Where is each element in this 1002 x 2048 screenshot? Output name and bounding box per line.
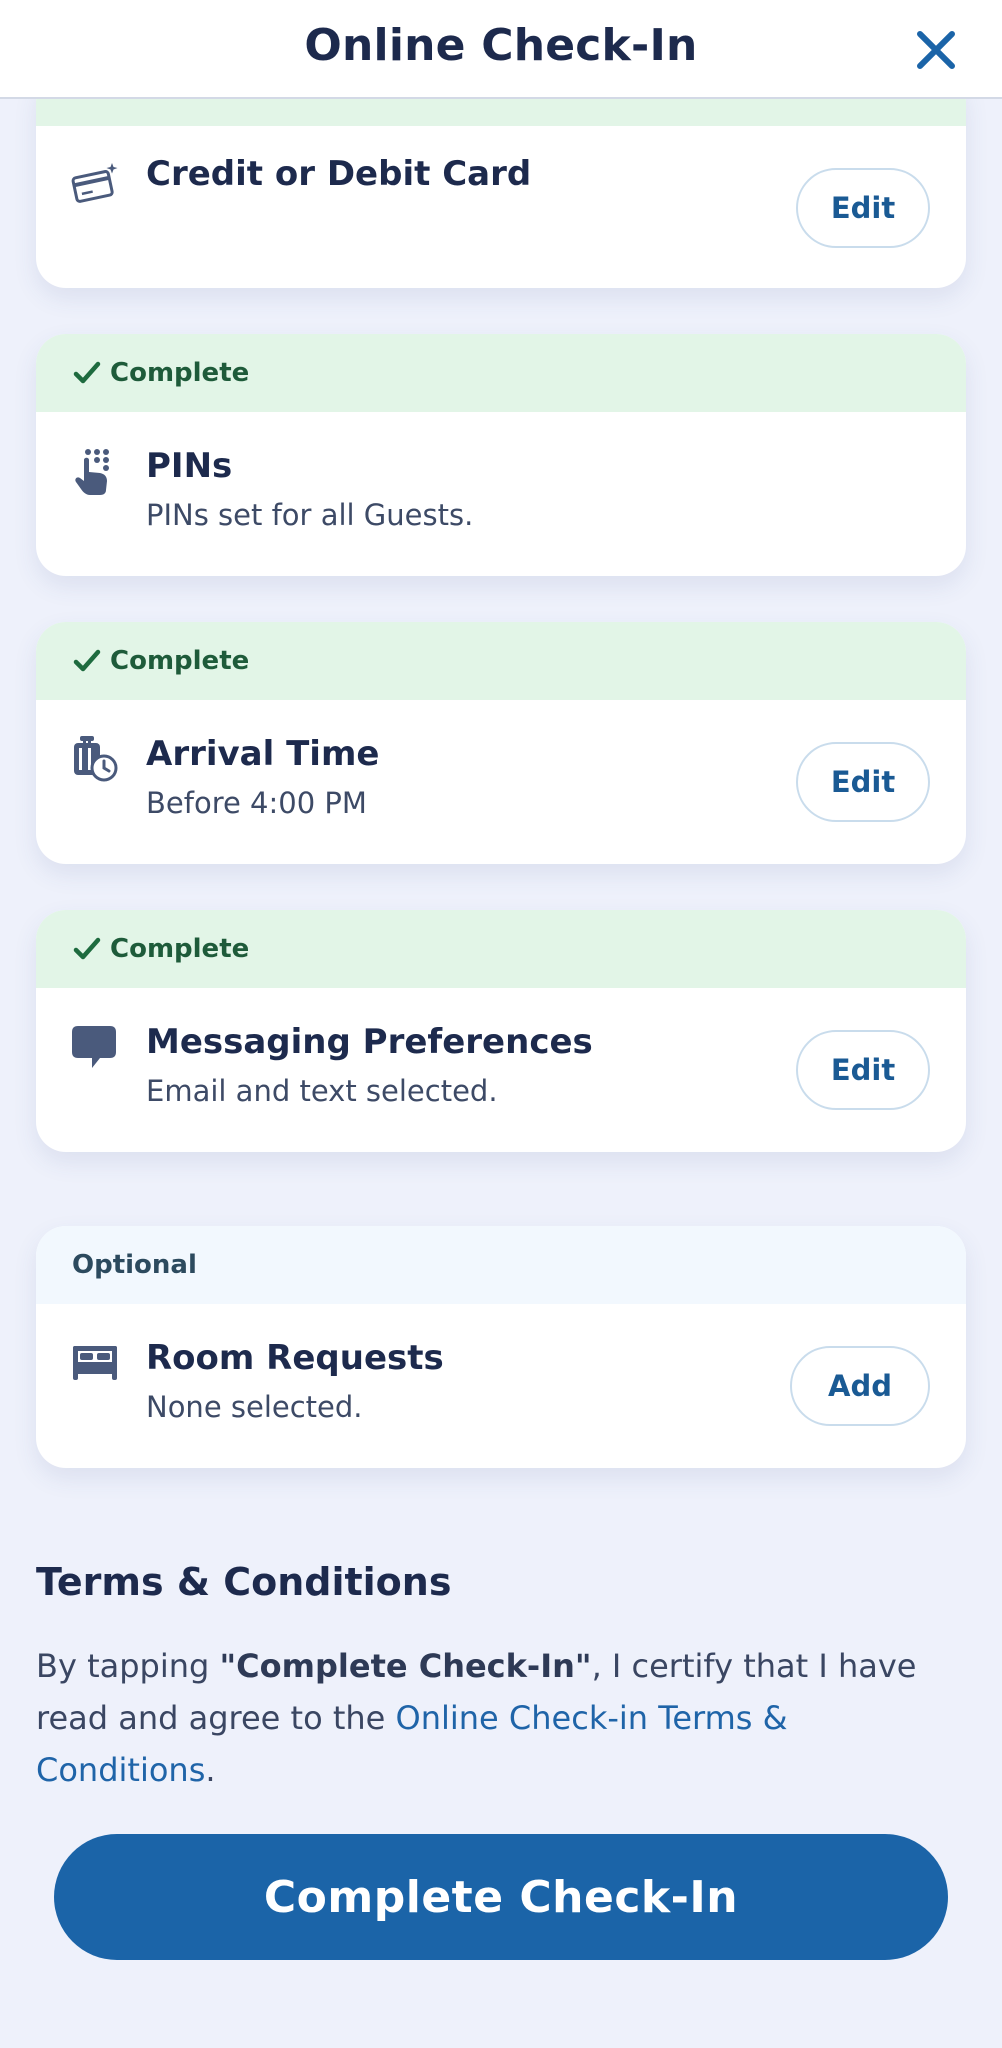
arrival-status-banner: Complete <box>36 622 966 700</box>
pins-card: Complete PINs PINs set for all Guests. <box>36 334 966 576</box>
room-requests-card: Optional Room Requests None selected. Ad… <box>36 1226 966 1468</box>
messaging-status-banner: Complete <box>36 910 966 988</box>
pins-subtitle: PINs set for all Guests. <box>146 498 474 532</box>
arrival-subtitle: Before 4:00 PM <box>146 786 367 820</box>
bed-icon <box>73 1346 117 1380</box>
payment-edit-button[interactable]: Edit <box>796 168 930 248</box>
room-requests-status-text: Optional <box>72 1250 197 1280</box>
close-button[interactable] <box>910 24 962 76</box>
arrival-status-text: Complete <box>110 646 250 676</box>
close-icon <box>917 31 955 69</box>
checkmark-icon <box>73 649 101 672</box>
terms-text-before: By tapping <box>36 1647 220 1685</box>
messaging-title: Messaging Preferences <box>146 1022 593 1062</box>
credit-card-icon <box>71 163 118 203</box>
arrival-title: Arrival Time <box>146 734 380 774</box>
terms-text-after: . <box>205 1751 216 1789</box>
arrival-card: Complete Arrival Time Before 4:00 PM Edi… <box>36 622 966 864</box>
arrival-edit-button[interactable]: Edit <box>796 742 930 822</box>
messaging-edit-button[interactable]: Edit <box>796 1030 930 1110</box>
chat-bubble-icon <box>72 1026 116 1068</box>
room-requests-add-button[interactable]: Add <box>790 1346 930 1426</box>
room-requests-status-banner: Optional <box>36 1226 966 1304</box>
payment-title: Credit or Debit Card <box>146 154 532 194</box>
messaging-status-text: Complete <box>110 934 250 964</box>
checkmark-icon <box>73 361 101 384</box>
keypad-hand-icon <box>75 449 109 495</box>
terms-heading: Terms & Conditions <box>36 1560 452 1604</box>
messaging-card: Complete Messaging Preferences Email and… <box>36 910 966 1152</box>
pins-status-text: Complete <box>110 358 250 388</box>
terms-bold-text: "Complete Check-In" <box>219 1647 592 1685</box>
payment-card: Credit or Debit Card Edit <box>36 72 966 288</box>
pins-title: PINs <box>146 446 233 486</box>
luggage-clock-icon <box>74 736 118 782</box>
page-title: Online Check-In <box>304 20 698 71</box>
room-requests-title: Room Requests <box>146 1338 444 1378</box>
checkmark-icon <box>73 937 101 960</box>
pins-status-banner: Complete <box>36 334 966 412</box>
complete-check-in-button[interactable]: Complete Check-In <box>54 1834 948 1960</box>
room-requests-subtitle: None selected. <box>146 1390 363 1424</box>
terms-text: By tapping "Complete Check-In", I certif… <box>36 1640 976 1796</box>
app-header: Online Check-In <box>0 0 1002 99</box>
messaging-subtitle: Email and text selected. <box>146 1074 498 1108</box>
